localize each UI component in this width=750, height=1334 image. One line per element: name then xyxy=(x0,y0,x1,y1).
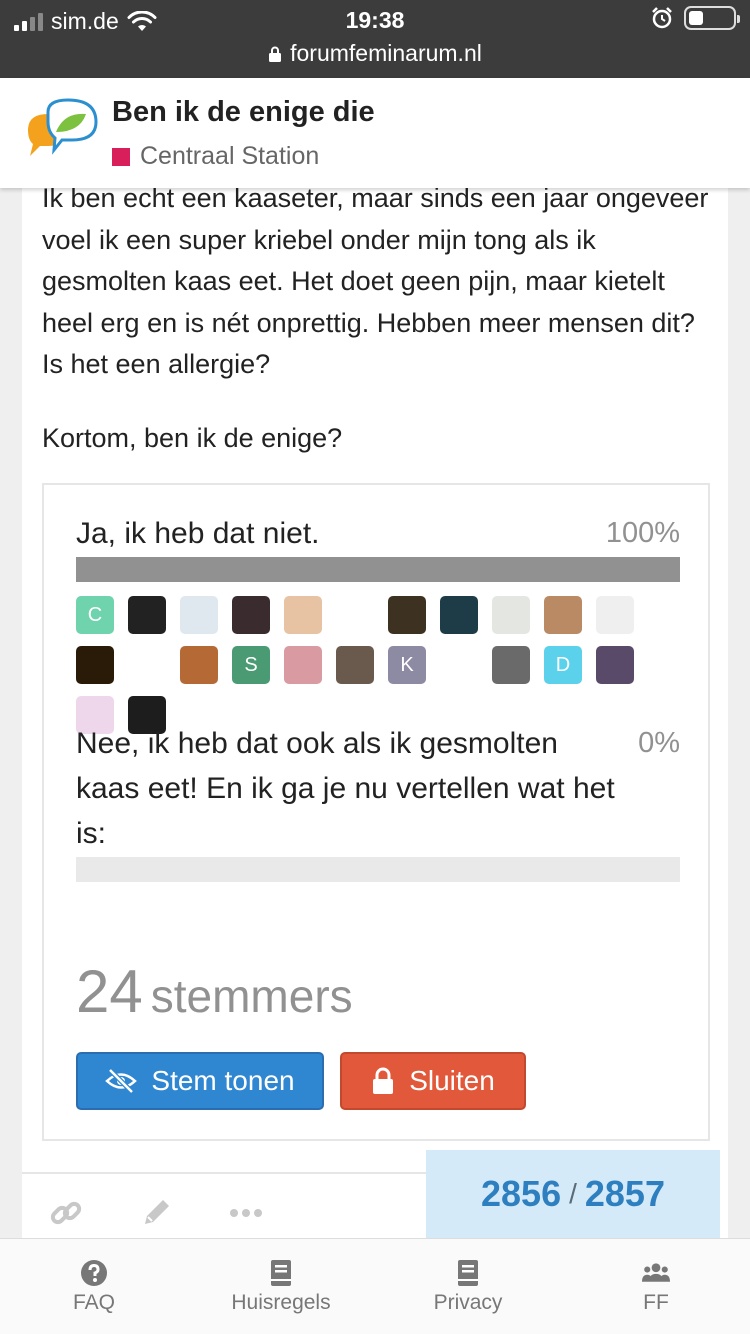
post-body: Ik ben echt een kaaseter, maar sinds een… xyxy=(42,178,722,459)
close-poll-label: Sluiten xyxy=(409,1065,495,1096)
poll-option-bar xyxy=(76,857,680,882)
post-paragraph: Kortom, ben ik de enige? xyxy=(42,422,343,453)
poll-option: Nee, ik heb dat ook als ik gesmolten kaa… xyxy=(76,721,680,856)
voter-avatar[interactable] xyxy=(492,596,530,634)
voter-count-word: stemmers xyxy=(150,970,353,1022)
voter-avatar[interactable] xyxy=(232,596,270,634)
category-badge[interactable]: Centraal Station xyxy=(112,142,319,171)
post-paragraph: Ik ben echt een kaaseter, maar sinds een… xyxy=(42,183,709,379)
voter-avatar[interactable] xyxy=(596,596,634,634)
nav-item-huisregels[interactable]: Huisregels xyxy=(216,1239,346,1334)
voter-avatar[interactable] xyxy=(336,596,374,634)
category-label: Centraal Station xyxy=(140,142,320,170)
link-icon xyxy=(50,1201,82,1225)
post-actions xyxy=(48,1195,264,1231)
url-text: forumfeminarum.nl xyxy=(290,40,482,66)
nav-item-ff[interactable]: FF xyxy=(620,1239,692,1334)
poll-option-percent: 100% xyxy=(605,517,680,549)
nav-item-label: Privacy xyxy=(433,1291,503,1314)
status-bar: sim.de 19:38 forumfeminarum.nl xyxy=(0,0,750,78)
voter-avatar[interactable] xyxy=(440,646,478,684)
battery-icon xyxy=(684,6,740,30)
nav-item-label: FF xyxy=(643,1291,669,1314)
voter-avatar[interactable] xyxy=(284,646,322,684)
voter-avatar[interactable] xyxy=(336,646,374,684)
voter-avatar[interactable] xyxy=(440,596,478,634)
eye-slash-icon xyxy=(105,1068,138,1094)
show-votes-label: Stem tonen xyxy=(151,1065,295,1096)
poll-option-bar-fill xyxy=(76,557,680,582)
voter-avatar[interactable] xyxy=(388,596,426,634)
poll-option-percent: 0% xyxy=(638,727,680,759)
more-options-button[interactable] xyxy=(228,1195,264,1231)
topic-header: Ben ik de enige die Centraal Station xyxy=(0,78,750,188)
book-icon xyxy=(271,1260,291,1286)
url-bar[interactable]: forumfeminarum.nl xyxy=(0,40,750,67)
voter-avatar[interactable] xyxy=(544,596,582,634)
edit-button[interactable] xyxy=(138,1195,174,1231)
voter-avatar[interactable] xyxy=(596,646,634,684)
voter-avatar-letter: D xyxy=(555,653,571,676)
bottom-nav: FAQ Huisregels Privacy FF xyxy=(0,1238,750,1334)
link-button[interactable] xyxy=(48,1195,84,1231)
poll-option: Ja, ik heb dat niet. 100% xyxy=(76,511,680,556)
voter-avatar[interactable] xyxy=(76,646,114,684)
nav-item-faq[interactable]: FAQ xyxy=(52,1239,136,1334)
voter-avatar[interactable] xyxy=(128,596,166,634)
category-color-swatch xyxy=(112,147,130,166)
progress-total: 2857 xyxy=(584,1173,665,1214)
alarm-icon xyxy=(652,7,672,29)
divider xyxy=(22,1172,426,1174)
close-poll-button[interactable]: Sluiten xyxy=(340,1052,526,1110)
topic-progress[interactable]: 2856 / 2857 xyxy=(426,1150,720,1242)
voter-count-number: 24 xyxy=(76,958,143,1025)
post-card: Ik ben echt een kaaseter, maar sinds een… xyxy=(22,150,728,1270)
voter-avatar[interactable] xyxy=(284,596,322,634)
nav-item-label: FAQ xyxy=(72,1291,115,1314)
poll-option-label: Ja, ik heb dat niet. xyxy=(76,517,320,550)
nav-item-label: Huisregels xyxy=(231,1291,331,1314)
voter-avatar[interactable]: C xyxy=(76,596,114,634)
book-icon xyxy=(458,1260,478,1286)
voter-avatar[interactable] xyxy=(128,646,166,684)
topic-title[interactable]: Ben ik de enige die xyxy=(112,96,375,129)
poll-option-label: Nee, ik heb dat ook als ik gesmolten kaa… xyxy=(76,727,615,850)
poll-option-bar xyxy=(76,557,680,582)
nav-item-privacy[interactable]: Privacy xyxy=(418,1239,518,1334)
site-logo-icon[interactable] xyxy=(22,98,100,168)
voter-avatar-letter: K xyxy=(400,653,414,676)
ellipsis-icon xyxy=(230,1209,262,1217)
poll-voter-list: C S K D xyxy=(76,596,684,734)
progress-current: 2856 xyxy=(481,1173,562,1214)
voter-avatar[interactable]: S xyxy=(232,646,270,684)
voter-avatar-letter: S xyxy=(244,653,258,676)
voter-avatar[interactable] xyxy=(180,646,218,684)
lock-icon xyxy=(269,46,282,62)
show-votes-button[interactable]: Stem tonen xyxy=(76,1052,324,1110)
poll: Ja, ik heb dat niet. 100% C S K D Nee, ik h… xyxy=(42,483,710,1141)
question-circle-icon xyxy=(81,1260,107,1286)
users-icon xyxy=(642,1263,670,1282)
lock-icon xyxy=(373,1067,394,1094)
clock: 19:38 xyxy=(345,7,405,33)
progress-separator: / xyxy=(569,1178,577,1209)
voter-avatar[interactable]: K xyxy=(388,646,426,684)
pencil-icon xyxy=(145,1200,169,1224)
voter-count: 24 stemmers xyxy=(76,957,353,1026)
voter-avatar-letter: C xyxy=(87,603,103,626)
voter-avatar[interactable] xyxy=(180,596,218,634)
voter-avatar[interactable] xyxy=(492,646,530,684)
voter-avatar[interactable]: D xyxy=(544,646,582,684)
